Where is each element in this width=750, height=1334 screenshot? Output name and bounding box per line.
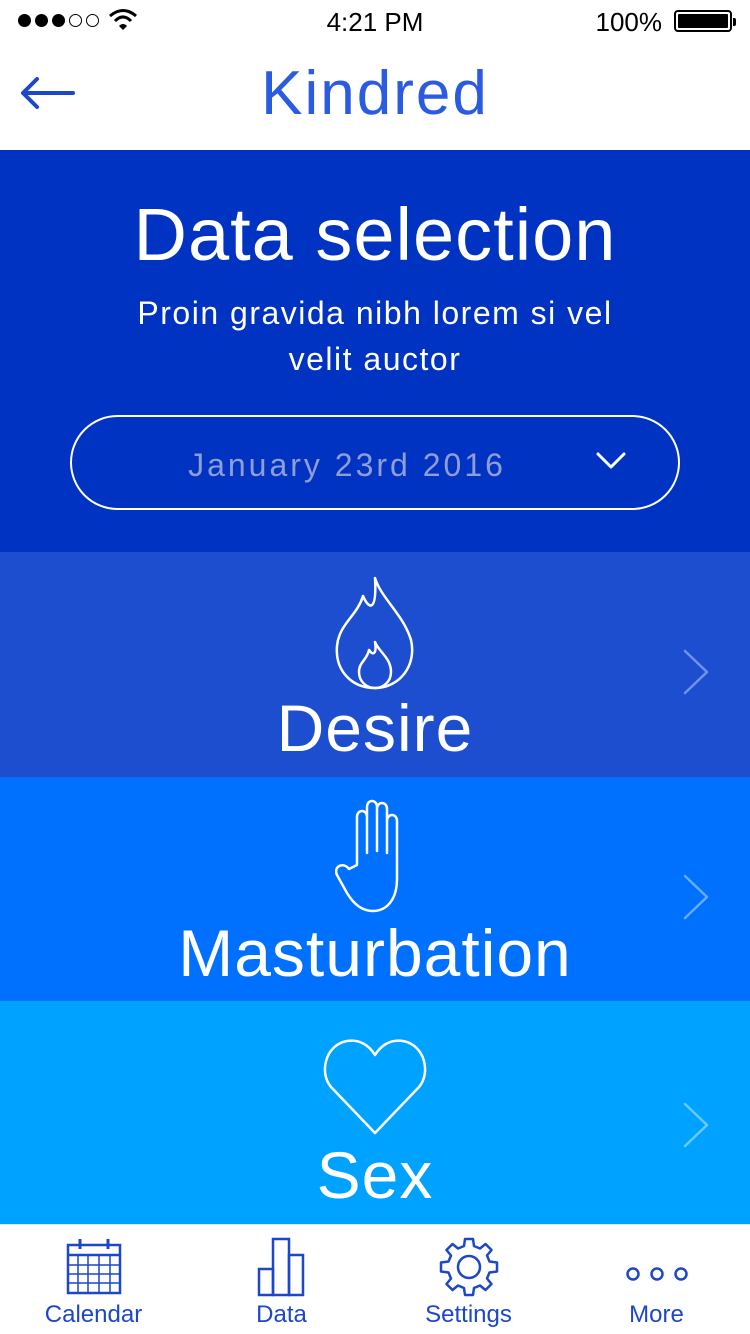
date-dropdown[interactable]: January 23rd 2016 [70, 415, 680, 510]
page-subtitle: Proin gravida nibh lorem si vel velit au… [137, 295, 613, 377]
app-title: Kindred [261, 59, 489, 128]
tab-label: More [629, 1301, 684, 1328]
tab-calendar[interactable]: Calendar [0, 1225, 187, 1334]
status-bar: 4:21 PM 100% [0, 0, 750, 40]
flame-icon [0, 576, 750, 692]
heart-icon [0, 1037, 750, 1137]
date-dropdown-value: January 23rd 2016 [188, 447, 506, 483]
tab-label: Settings [425, 1301, 512, 1328]
tab-label: Data [256, 1301, 307, 1328]
page-title: Data selection [133, 193, 617, 276]
category-row-desire[interactable]: Desire [0, 552, 750, 777]
tab-more[interactable]: More [563, 1225, 750, 1334]
category-label: Sex [316, 1138, 434, 1212]
category-row-masturbation[interactable]: Masturbation [0, 777, 750, 1001]
data-selection-header: Data selection Proin gravida nibh lorem … [0, 150, 750, 552]
category-label: Desire [276, 691, 474, 765]
tab-data[interactable]: Data [188, 1225, 375, 1334]
battery-percentage: 100% [595, 7, 663, 37]
category-label: Masturbation [178, 916, 572, 990]
gear-icon [375, 1237, 562, 1297]
tab-label: Calendar [44, 1301, 143, 1328]
chevron-right-icon [683, 1102, 709, 1148]
chevron-right-icon [683, 874, 709, 920]
hand-icon [0, 799, 750, 915]
bar-chart-icon [188, 1237, 375, 1297]
chevron-right-icon [683, 649, 709, 695]
chevron-down-icon [596, 452, 626, 469]
category-row-sex[interactable]: Sex [0, 1001, 750, 1224]
more-dots-icon [563, 1265, 750, 1283]
tab-bar: Calendar Data Settings More [0, 1224, 750, 1334]
battery-icon [674, 10, 736, 32]
tab-settings[interactable]: Settings [375, 1225, 562, 1334]
navigation-bar: Kindred [0, 40, 750, 150]
calendar-icon [0, 1237, 187, 1295]
